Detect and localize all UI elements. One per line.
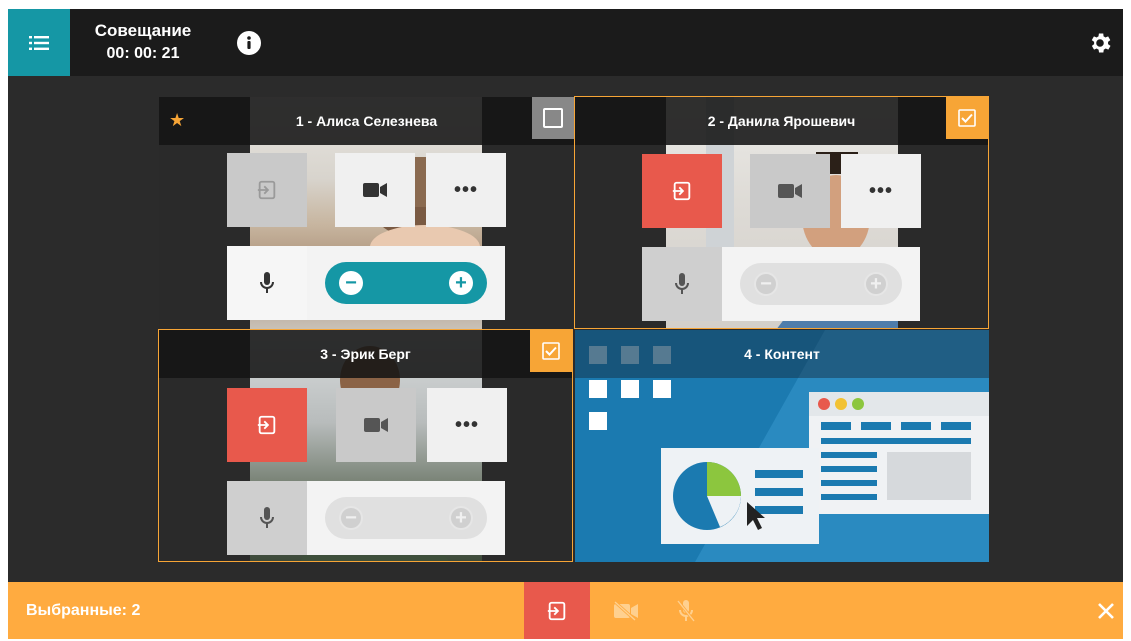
minus-icon[interactable]: − — [754, 272, 778, 296]
exit-button[interactable] — [227, 153, 307, 227]
audio-controls: − + — [642, 247, 920, 321]
plus-icon[interactable]: + — [864, 272, 888, 296]
menu-button[interactable] — [8, 9, 70, 76]
participant-name: 2 - Данила Ярошевич — [707, 113, 856, 129]
check-icon — [958, 109, 976, 127]
meeting-title: Совещание — [94, 21, 192, 40]
volume-control: − + — [325, 497, 487, 539]
participant-tile-1[interactable]: ★ 1 - Алиса Селезнева ••• − + — [159, 97, 574, 330]
menu-icon — [29, 35, 49, 50]
audio-controls: − + — [227, 481, 505, 555]
close-selection-button[interactable] — [1078, 582, 1123, 639]
camera-off-button[interactable] — [593, 582, 659, 639]
exit-icon — [257, 180, 276, 200]
select-checkbox[interactable] — [530, 330, 572, 372]
camera-button[interactable] — [750, 154, 830, 228]
volume-control: − + — [740, 263, 902, 305]
content-name: 4 - Контент — [744, 346, 820, 362]
camera-off-icon — [613, 600, 638, 621]
select-checkbox[interactable] — [532, 97, 574, 139]
minus-icon[interactable]: − — [339, 271, 363, 295]
exit-button[interactable] — [642, 154, 722, 228]
minus-icon[interactable]: − — [339, 506, 363, 530]
close-icon — [1098, 602, 1114, 619]
mic-button[interactable] — [227, 246, 307, 320]
more-icon: ••• — [453, 179, 478, 201]
top-bar: Совещание 00: 00: 21 — [8, 9, 1123, 76]
exit-icon — [257, 415, 276, 435]
exit-icon — [672, 181, 691, 201]
camera-icon — [363, 183, 387, 197]
info-icon — [247, 36, 251, 49]
mic-button[interactable] — [642, 247, 722, 321]
participant-tile-3[interactable]: 3 - Эрик Берг ••• − + — [158, 329, 573, 562]
camera-icon — [364, 418, 388, 432]
volume-control: − + — [325, 262, 487, 304]
exit-selected-button[interactable] — [524, 582, 590, 639]
mic-off-button[interactable] — [653, 582, 719, 639]
content-tile[interactable]: 4 - Контент — [575, 330, 989, 562]
audio-controls: − + — [227, 246, 505, 320]
more-button[interactable]: ••• — [427, 388, 507, 462]
mic-icon — [675, 273, 689, 294]
camera-icon — [778, 184, 802, 198]
select-checkbox[interactable] — [946, 97, 988, 139]
more-icon: ••• — [868, 180, 893, 202]
check-icon — [542, 342, 560, 360]
participant-name: 3 - Эрик Берг — [320, 346, 411, 362]
mic-off-icon — [676, 599, 696, 622]
mic-button[interactable] — [227, 481, 307, 555]
plus-icon[interactable]: + — [449, 271, 473, 295]
participant-name: 1 - Алиса Селезнева — [295, 113, 438, 129]
camera-button[interactable] — [335, 153, 415, 227]
meeting-timer: 00: 00: 21 — [106, 45, 180, 62]
mic-icon — [260, 507, 274, 528]
conference-app: Совещание 00: 00: 21 ★ 1 - Алиса Селезне — [8, 9, 1123, 639]
more-button[interactable]: ••• — [841, 154, 921, 228]
exit-icon — [547, 601, 566, 620]
selected-count-label: Выбранные: 2 — [26, 602, 141, 619]
meeting-info: Совещание 00: 00: 21 — [78, 21, 208, 65]
more-icon: ••• — [454, 414, 479, 436]
camera-button[interactable] — [336, 388, 416, 462]
participant-tile-2[interactable]: 2 - Данила Ярошевич ••• − + — [574, 96, 989, 329]
exit-button[interactable] — [227, 388, 307, 462]
info-button[interactable] — [237, 31, 261, 55]
settings-button[interactable] — [1086, 29, 1114, 57]
plus-icon[interactable]: + — [449, 506, 473, 530]
selection-bar: Выбранные: 2 — [8, 582, 1123, 639]
more-button[interactable]: ••• — [426, 153, 506, 227]
gear-icon — [1091, 33, 1111, 53]
mic-icon — [260, 272, 274, 293]
